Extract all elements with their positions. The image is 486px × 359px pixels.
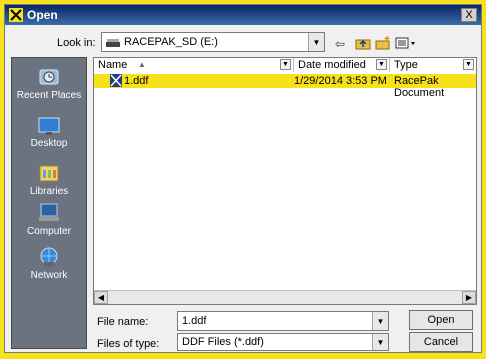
column-header-date[interactable]: Date modified ▼ [294, 58, 390, 72]
column-header-name[interactable]: Name ▲ ▼ [94, 58, 294, 72]
column-header-label: Name [98, 59, 128, 71]
file-type-dropdown[interactable]: DDF Files (*.ddf) ▼ [177, 333, 389, 351]
scroll-right-icon[interactable]: ▶ [462, 291, 476, 304]
close-button[interactable]: X [461, 8, 477, 22]
chevron-down-icon[interactable]: ▼ [280, 59, 291, 70]
place-label: Libraries [29, 186, 69, 197]
ddf-file-icon [110, 74, 122, 87]
place-label: Network [30, 270, 68, 281]
file-type-value: DDF Files (*.ddf) [182, 336, 264, 348]
computer-icon [39, 203, 59, 221]
chevron-down-icon[interactable]: ▼ [376, 59, 387, 70]
network-icon [40, 247, 58, 266]
file-name-value: 1.ddf [182, 315, 207, 327]
file-type-label: Files of type: [97, 338, 160, 350]
window-title: Open [27, 8, 58, 22]
file-date-cell: 1/29/2014 3:53 PM [294, 75, 387, 87]
column-header-label: Type [394, 59, 418, 71]
places-bar: Recent Places Desktop Libraries Computer… [11, 57, 87, 349]
up-folder-icon[interactable] [355, 36, 371, 50]
column-header-type[interactable]: Type ▼ [390, 58, 476, 72]
scroll-left-icon[interactable]: ◀ [94, 291, 108, 304]
view-menu-icon[interactable] [395, 36, 417, 50]
libraries-icon [39, 165, 59, 182]
open-button[interactable]: Open [409, 310, 473, 330]
file-name-input[interactable]: 1.ddf ▼ [177, 311, 389, 331]
title-bar[interactable]: Open X [5, 5, 481, 25]
place-label: Recent Places [16, 90, 82, 101]
cancel-button[interactable]: Cancel [409, 332, 473, 352]
place-desktop[interactable]: Desktop [12, 116, 86, 149]
place-network[interactable]: Network [12, 246, 86, 281]
back-arrow-icon[interactable]: ⇦ [335, 37, 345, 51]
look-in-value: RACEPAK_SD (E:) [124, 36, 218, 48]
recent-places-icon [39, 69, 59, 85]
chevron-down-icon[interactable]: ▼ [463, 59, 474, 70]
new-folder-icon[interactable] [375, 36, 391, 50]
column-header-label: Date modified [298, 59, 366, 71]
place-label: Computer [27, 226, 71, 237]
look-in-dropdown[interactable]: RACEPAK_SD (E:) ▼ [101, 32, 325, 52]
place-label: Desktop [30, 138, 68, 149]
chevron-down-icon[interactable]: ▼ [372, 312, 388, 330]
chevron-down-icon[interactable]: ▼ [308, 33, 324, 51]
file-list[interactable]: Name ▲ ▼ Date modified ▼ Type ▼ 1.ddf 1/… [93, 57, 477, 305]
file-type-cell: RacePak Document [394, 75, 445, 99]
sort-up-icon: ▲ [138, 60, 146, 69]
horizontal-scrollbar[interactable]: ◀ ▶ [94, 290, 476, 304]
close-icon: X [465, 8, 473, 21]
place-libraries[interactable]: Libraries [12, 162, 86, 197]
chevron-down-icon[interactable]: ▼ [372, 334, 388, 350]
app-icon [9, 8, 23, 22]
place-recent-places[interactable]: Recent Places [12, 66, 86, 101]
file-name-cell: 1.ddf [124, 75, 149, 87]
file-name-label: File name: [97, 316, 149, 328]
open-dialog: Open X Look in: RACEPAK_SD (E:) ▼ ⇦ Rece [4, 4, 482, 353]
place-computer[interactable]: Computer [12, 202, 86, 237]
look-in-label: Look in: [57, 37, 96, 49]
table-row[interactable]: 1.ddf 1/29/2014 3:53 PM RacePak Document [94, 74, 476, 99]
drive-icon [106, 39, 120, 47]
desktop-icon [38, 117, 60, 135]
